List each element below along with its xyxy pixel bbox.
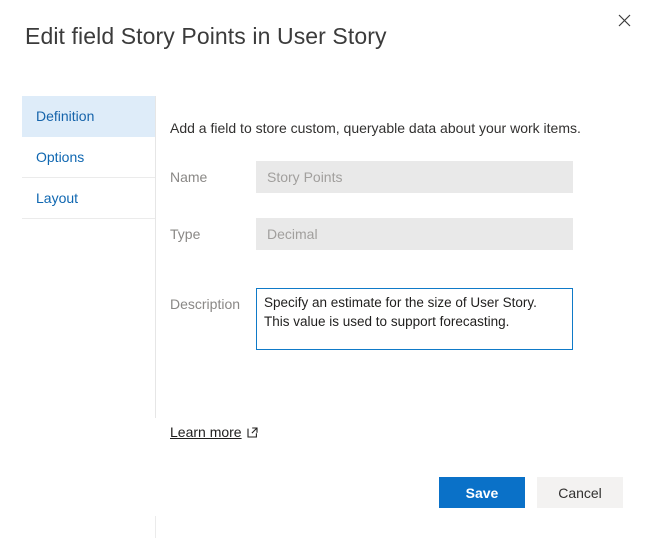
external-link-glyph xyxy=(247,426,258,438)
field-row-type: Type Decimal xyxy=(170,218,573,250)
external-link-icon xyxy=(247,426,258,438)
save-button[interactable]: Save xyxy=(439,477,525,508)
page-title: Edit field Story Points in User Story xyxy=(25,23,387,49)
description-label: Description xyxy=(170,296,241,312)
learn-more-link[interactable]: Learn more xyxy=(170,424,258,440)
dialog-body: Definition Options Layout Add a field to… xyxy=(0,96,648,540)
tab-options-label: Options xyxy=(36,149,85,165)
cancel-button[interactable]: Cancel xyxy=(537,477,623,508)
pane-description: Add a field to store custom, queryable d… xyxy=(170,120,581,136)
name-input[interactable]: Story Points xyxy=(256,161,573,193)
field-row-description: Description xyxy=(170,288,573,350)
close-icon[interactable] xyxy=(608,4,640,36)
name-label: Name xyxy=(170,169,208,185)
type-label: Type xyxy=(170,226,201,242)
tab-options[interactable]: Options xyxy=(22,137,155,178)
field-row-name: Name Story Points xyxy=(170,161,573,193)
pivot-tabs: Definition Options Layout xyxy=(22,96,155,219)
content-divider xyxy=(155,96,156,418)
description-input[interactable] xyxy=(256,288,573,350)
edit-field-dialog: Edit field Story Points in User Story De… xyxy=(0,0,648,540)
bottom-divider xyxy=(155,516,156,538)
close-glyph xyxy=(618,14,630,26)
definition-pane: Add a field to store custom, queryable d… xyxy=(170,96,648,540)
tab-layout[interactable]: Layout xyxy=(22,178,155,219)
learn-more-label: Learn more xyxy=(170,424,242,440)
type-input[interactable]: Decimal xyxy=(256,218,573,250)
tab-definition-label: Definition xyxy=(36,108,95,124)
tab-definition[interactable]: Definition xyxy=(22,96,155,137)
dialog-footer: Save Cancel xyxy=(170,477,623,508)
tab-layout-label: Layout xyxy=(36,190,79,206)
